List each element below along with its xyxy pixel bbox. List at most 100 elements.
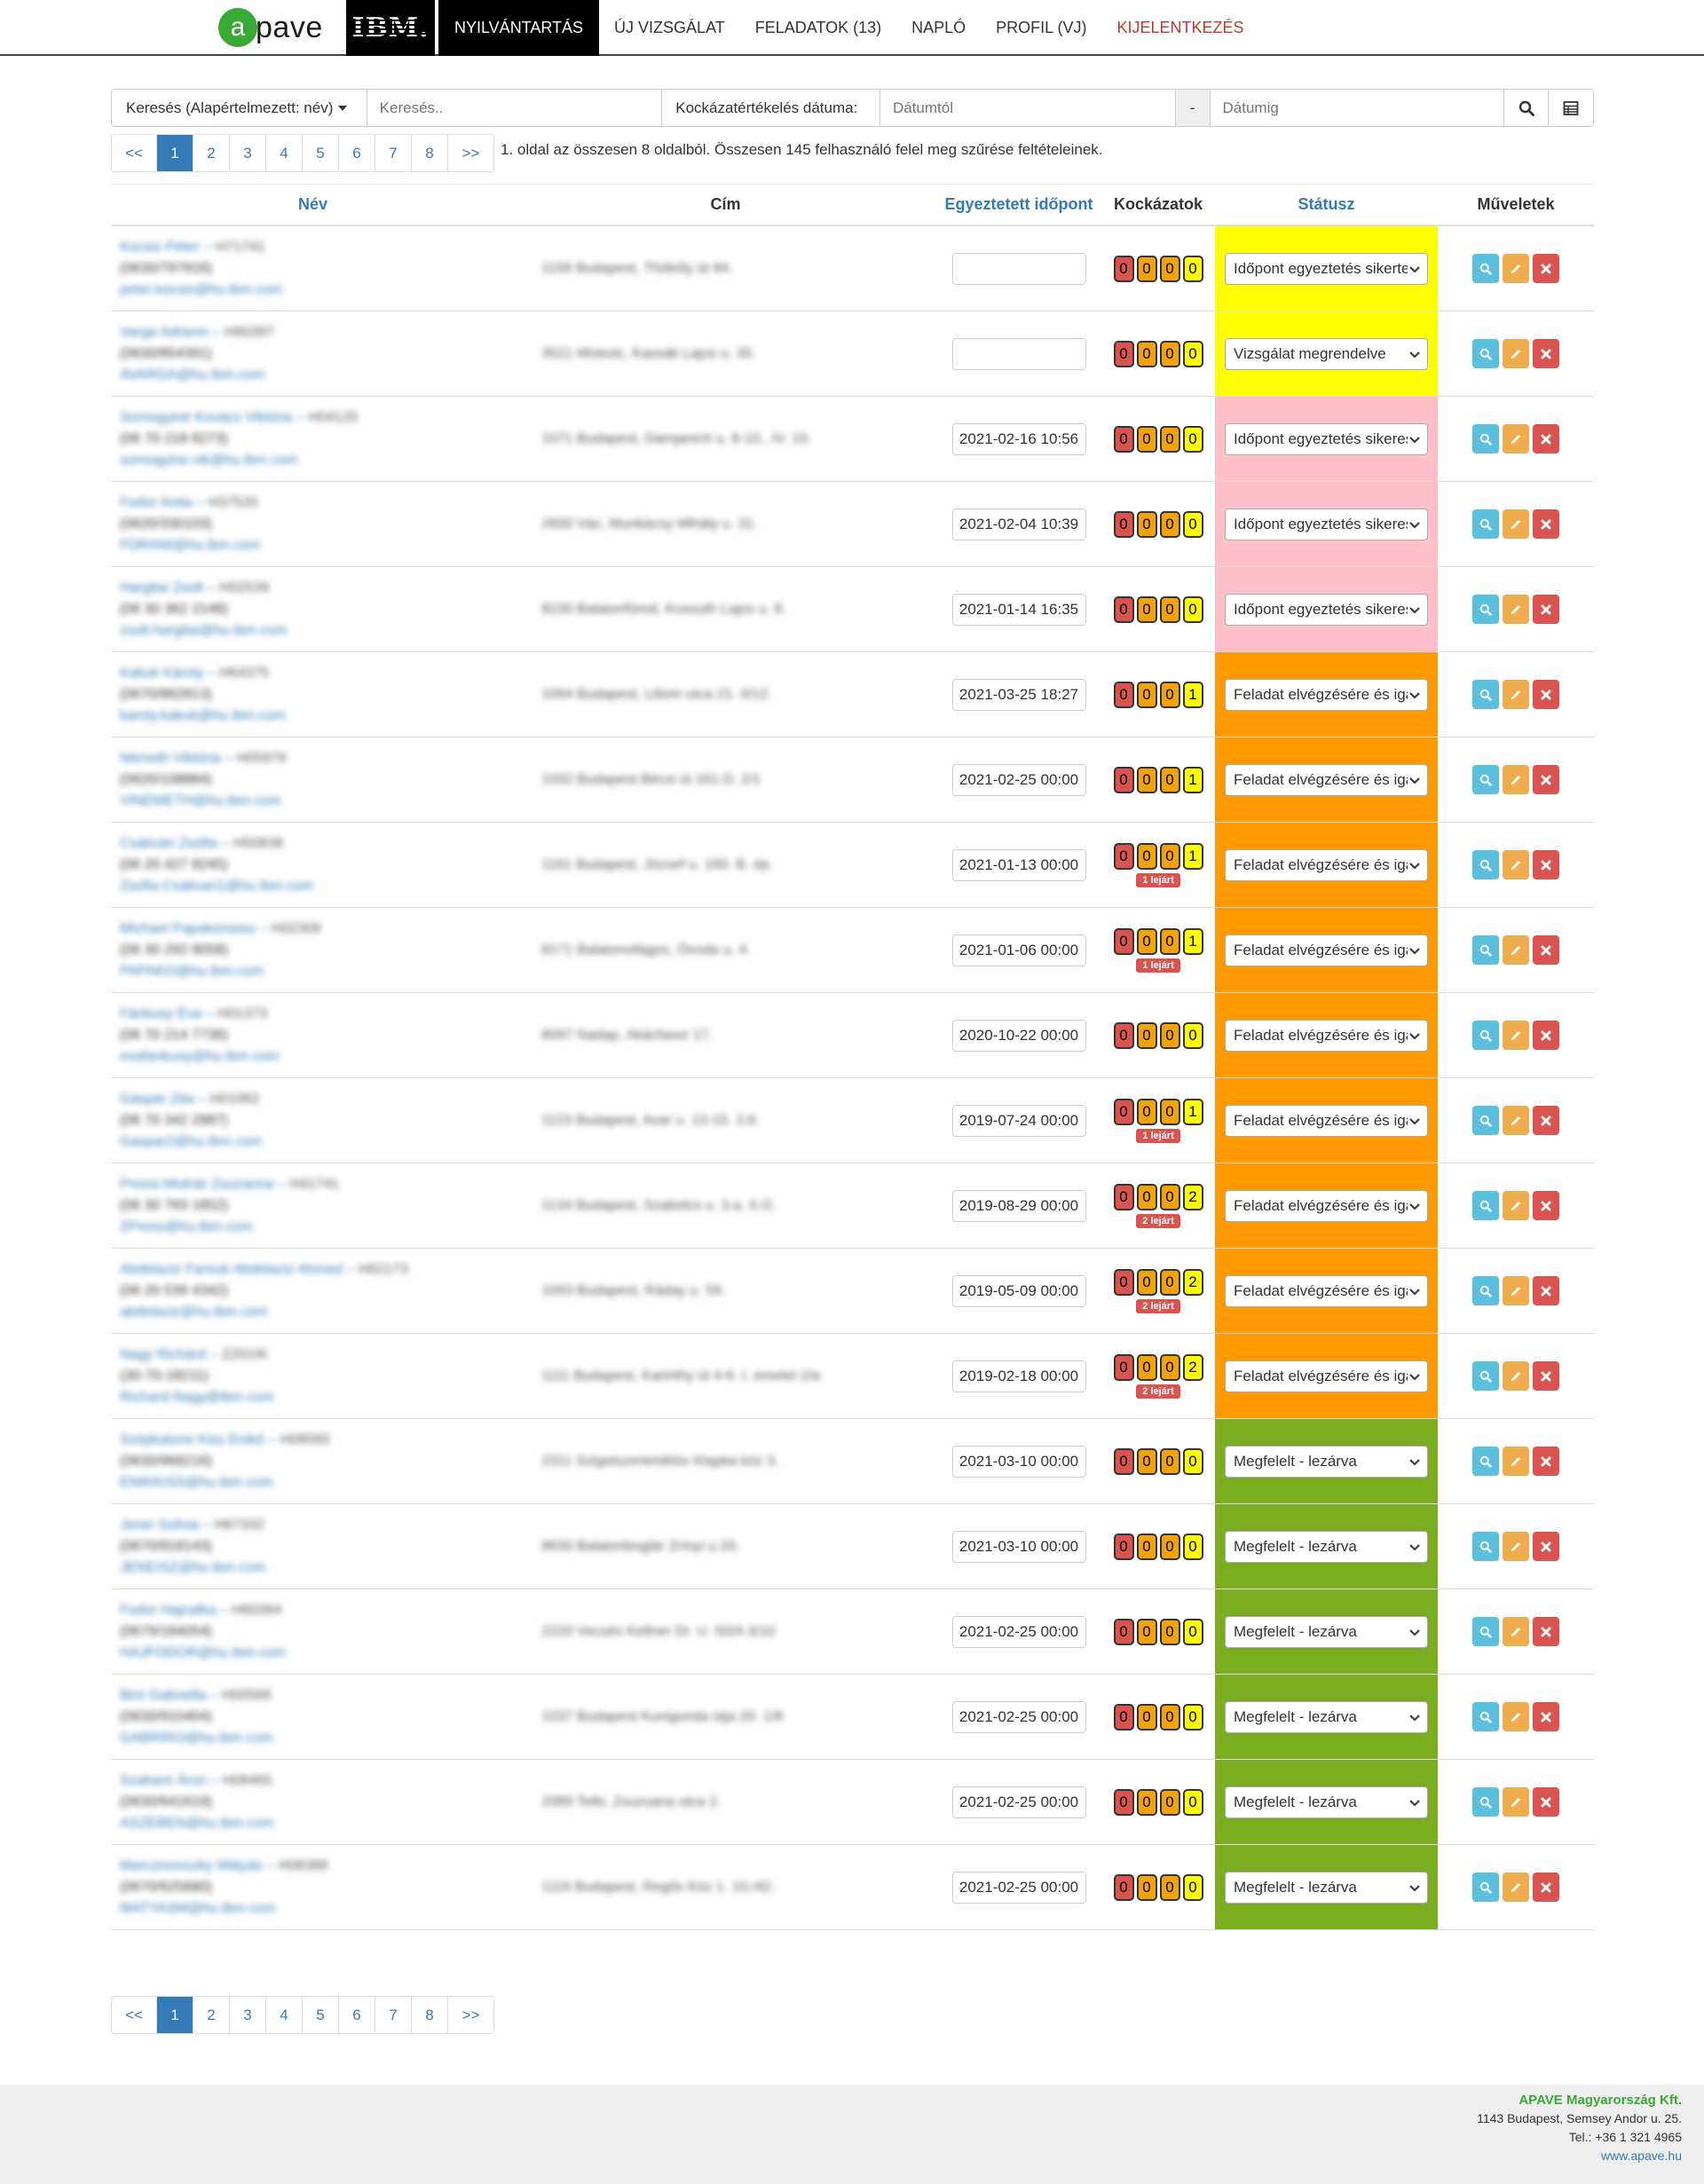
person-name-link[interactable]: Kocsis Péter – H71741 — [120, 237, 265, 258]
person-email-link[interactable]: Zsofia.Csakvari1@hu.ibm.com — [120, 876, 313, 897]
appointment-time-input[interactable]: 2021-01-14 16:35 — [951, 593, 1086, 626]
edit-button[interactable] — [1503, 1191, 1529, 1220]
delete-button[interactable] — [1533, 1447, 1559, 1476]
pagination-page-2[interactable]: 2 — [193, 1997, 230, 2033]
appointment-time-input[interactable] — [951, 252, 1086, 285]
person-name-link[interactable]: Hargitai Zsolt – H02539 — [120, 578, 269, 599]
nav-item-napló[interactable]: NAPLÓ — [896, 0, 981, 56]
person-name-link[interactable]: Pressi-Molnár Zsuzanna – H41741 — [120, 1174, 339, 1195]
status-select[interactable]: Feladat elvégzésére és igazolására vár — [1225, 1104, 1428, 1137]
person-email-link[interactable]: GABRIRO@hu.ibm.com — [120, 1728, 273, 1749]
appointment-time-input[interactable]: 2021-01-06 00:00 — [951, 934, 1086, 966]
pagination-page-3[interactable]: 3 — [230, 1997, 266, 2033]
person-email-link[interactable]: AVARGA@hu.ibm.com — [120, 365, 264, 386]
person-name-link[interactable]: Marczinovszky Mátyás – H08388 — [120, 1856, 328, 1877]
appointment-time-input[interactable]: 2021-03-10 00:00 — [951, 1445, 1086, 1478]
person-name-link[interactable]: Fánkusy Éva – H01373 — [120, 1004, 267, 1025]
view-button[interactable] — [1472, 509, 1499, 539]
delete-button[interactable] — [1533, 1276, 1559, 1305]
view-button[interactable] — [1472, 850, 1499, 879]
pagination-page-7[interactable]: 7 — [375, 135, 412, 171]
person-email-link[interactable]: ASZEBEN@hu.ibm.com — [120, 1813, 274, 1834]
appointment-time-input[interactable]: 2021-03-10 00:00 — [951, 1530, 1086, 1563]
delete-button[interactable] — [1533, 1191, 1559, 1220]
delete-button[interactable] — [1533, 1617, 1559, 1646]
view-button[interactable] — [1472, 1021, 1499, 1050]
view-button[interactable] — [1472, 1702, 1499, 1731]
person-email-link[interactable]: Richard.Nagy@ibm.com — [120, 1387, 274, 1408]
delete-button[interactable] — [1533, 254, 1559, 283]
person-email-link[interactable]: zsolt.hargitai@hu.ibm.com — [120, 620, 288, 642]
person-email-link[interactable]: ZPress@hu.ibm.com — [120, 1217, 253, 1238]
edit-button[interactable] — [1503, 595, 1529, 624]
status-select[interactable]: Feladat elvégzésére és igazolására vár — [1225, 678, 1428, 711]
nav-item-profil-vj[interactable]: PROFIL (VJ) — [981, 0, 1101, 56]
view-button[interactable] — [1472, 1106, 1499, 1135]
view-button[interactable] — [1472, 1532, 1499, 1561]
appointment-time-input[interactable]: 2019-05-09 00:00 — [951, 1274, 1086, 1307]
delete-button[interactable] — [1533, 339, 1559, 368]
search-input[interactable] — [367, 90, 663, 126]
status-select[interactable]: Feladat elvégzésére és igazolására vár — [1225, 1019, 1428, 1052]
appointment-time-input[interactable]: 2021-02-25 00:00 — [951, 1786, 1086, 1818]
status-select[interactable]: Feladat elvégzésére és igazolására vár — [1225, 763, 1428, 796]
status-select[interactable]: Vizsgálat megrendelve — [1225, 337, 1428, 370]
appointment-time-input[interactable]: 2019-02-18 00:00 — [951, 1360, 1086, 1392]
nav-item-nyilvántartás[interactable]: NYILVÁNTARTÁS — [438, 0, 600, 56]
search-button[interactable] — [1504, 90, 1550, 126]
person-name-link[interactable]: Varga Adrienn – H60397 — [120, 322, 274, 343]
nav-item-kijelentkezés[interactable]: KIJELENTKEZÉS — [1102, 0, 1259, 56]
export-button[interactable] — [1549, 90, 1593, 126]
delete-button[interactable] — [1533, 680, 1559, 709]
delete-button[interactable] — [1533, 1787, 1559, 1817]
view-button[interactable] — [1472, 254, 1499, 283]
person-name-link[interactable]: Kakuk Károly – H64375 — [120, 663, 269, 684]
edit-button[interactable] — [1503, 1106, 1529, 1135]
pagination-page-6[interactable]: 6 — [339, 1997, 375, 2033]
view-button[interactable] — [1472, 424, 1499, 453]
delete-button[interactable] — [1533, 1532, 1559, 1561]
apave-logo[interactable]: a pave — [218, 5, 332, 50]
pagination-prev[interactable]: << — [112, 135, 157, 171]
pagination-prev[interactable]: << — [112, 1997, 157, 2033]
view-button[interactable] — [1472, 1873, 1499, 1902]
status-select[interactable]: Megfelelt - lezárva — [1225, 1530, 1428, 1563]
header-name[interactable]: Név — [111, 185, 515, 225]
view-button[interactable] — [1472, 1787, 1499, 1817]
person-name-link[interactable]: Biró Gabriella – H00566 — [120, 1685, 272, 1707]
view-button[interactable] — [1472, 1276, 1499, 1305]
pagination-page-8[interactable]: 8 — [412, 1997, 448, 2033]
search-field-dropdown[interactable]: Keresés (Alapértelmezett: név) — [112, 90, 367, 126]
delete-button[interactable] — [1533, 1106, 1559, 1135]
footer-website-link[interactable]: www.apave.hu — [1477, 2147, 1682, 2165]
pagination-page-8[interactable]: 8 — [412, 135, 448, 171]
view-button[interactable] — [1472, 595, 1499, 624]
status-select[interactable]: Feladat elvégzésére és igazolására vár — [1225, 1274, 1428, 1307]
status-select[interactable]: Időpont egyeztetés sikeres — [1225, 593, 1428, 626]
delete-button[interactable] — [1533, 595, 1559, 624]
view-button[interactable] — [1472, 765, 1499, 794]
appointment-time-input[interactable]: 2020-10-22 00:00 — [951, 1019, 1086, 1052]
delete-button[interactable] — [1533, 765, 1559, 794]
view-button[interactable] — [1472, 935, 1499, 965]
person-name-link[interactable]: Gáspár Zita – H01062 — [120, 1089, 259, 1110]
person-name-link[interactable]: Abdelaziz Farouk Abdelaziz Ahmed – H6217… — [120, 1259, 408, 1281]
person-email-link[interactable]: HAJFODOR@hu.ibm.com — [120, 1643, 286, 1664]
delete-button[interactable] — [1533, 935, 1559, 965]
status-select[interactable]: Megfelelt - lezárva — [1225, 1445, 1428, 1478]
delete-button[interactable] — [1533, 424, 1559, 453]
status-select[interactable]: Időpont egyeztetés sikeres — [1225, 422, 1428, 455]
person-name-link[interactable]: Fodor Anita – H37520 — [120, 493, 258, 514]
view-button[interactable] — [1472, 339, 1499, 368]
person-name-link[interactable]: Szabaró Áron – H08465 — [120, 1770, 272, 1792]
view-button[interactable] — [1472, 1191, 1499, 1220]
edit-button[interactable] — [1503, 1276, 1529, 1305]
status-select[interactable]: Időpont egyeztetés sikeres — [1225, 508, 1428, 540]
appointment-time-input[interactable]: 2021-02-25 00:00 — [951, 1700, 1086, 1733]
person-email-link[interactable]: karoly.kakuk@hu.ibm.com — [120, 706, 286, 727]
appointment-time-input[interactable]: 2019-08-29 00:00 — [951, 1189, 1086, 1222]
delete-button[interactable] — [1533, 1021, 1559, 1050]
edit-button[interactable] — [1503, 765, 1529, 794]
pagination-page-7[interactable]: 7 — [375, 1997, 412, 2033]
pagination-page-4[interactable]: 4 — [266, 1997, 303, 2033]
